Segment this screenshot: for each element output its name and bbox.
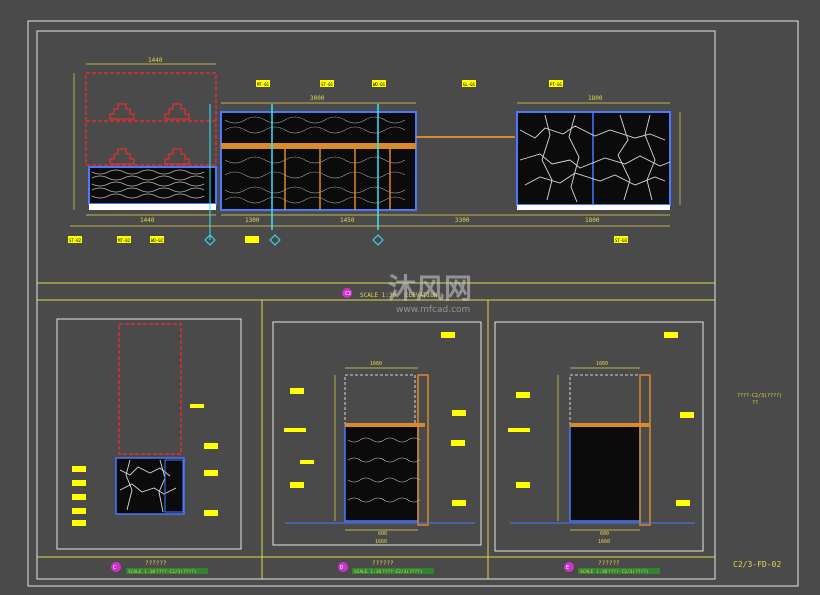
- bottom-middle-scale: SCALE 1:10: [354, 569, 381, 575]
- bottom-right-ref: ????-C2/3(????): [608, 569, 649, 575]
- mid-dim-bottom-a: 600: [378, 531, 387, 537]
- bottom-left-ref: ????-C2/3(????): [156, 569, 197, 575]
- side-note-line2: ??: [752, 400, 758, 406]
- section-mark-d-text: D: [340, 565, 343, 571]
- dim-bottom-mid-a: 1300: [245, 217, 260, 224]
- tag-label-1: MT-01: [257, 82, 270, 87]
- drawing-canvas: 1440 3000 1800 1440 1300 1450 3300 1800 …: [0, 0, 820, 590]
- dim-bottom-mid-b: 1450: [340, 217, 355, 224]
- sheet-number: C2/3-FD-02: [733, 560, 781, 569]
- bottom-middle-ref: ????-C2/3(????): [382, 569, 423, 575]
- dim-center-top: 3000: [310, 95, 325, 102]
- bottom-middle-title: ??????: [372, 560, 394, 567]
- tag-label-9: ST-03: [615, 238, 628, 243]
- dim-bottom-left: 1440: [140, 217, 155, 224]
- bottom-right-scale: SCALE 1:10: [580, 569, 607, 575]
- right-dim-top: 1660: [596, 361, 608, 367]
- dim-right-width: 1800: [588, 95, 603, 102]
- mid-dim-bottom-b: 1660: [375, 539, 387, 545]
- right-dim-bottom-b: 1660: [598, 539, 610, 545]
- dim-bottom-right-a: 3300: [455, 217, 470, 224]
- bottom-left-title: ??????: [145, 560, 167, 567]
- right-dim-bottom-a: 600: [600, 531, 609, 537]
- section-mark-c-text: C: [113, 565, 116, 571]
- bottom-right-title: ??????: [598, 560, 620, 567]
- tag-label-8: WD-02: [151, 238, 164, 243]
- tag-label-7: MT-02: [118, 238, 131, 243]
- section-mark-e-text: E: [566, 565, 569, 571]
- watermark-brand: 沐风网: [388, 272, 472, 305]
- watermark-url: www.mfcad.com: [396, 305, 470, 315]
- tag-label-3: WD-01: [373, 82, 386, 87]
- tag-label-5: PT-01: [550, 82, 563, 87]
- mid-dim-top: 1660: [370, 361, 382, 367]
- watermark: 沐风网 www.mfcad.com: [388, 272, 472, 315]
- bottom-left-scale: SCALE 1:10: [128, 569, 155, 575]
- tag-label-4: GL-01: [463, 82, 476, 87]
- tag-label-2: ST-01: [321, 82, 334, 87]
- cad-drawing-sheet: 1440 3000 1800 1440 1300 1450 3300 1800 …: [0, 0, 820, 590]
- section-mark-top-text: C2: [345, 291, 351, 297]
- dim-bottom-right-b: 1800: [585, 217, 600, 224]
- tag-label-6: ST-02: [69, 238, 82, 243]
- base-panel: [88, 166, 217, 205]
- side-note-line1: ????-C2/3(????): [737, 393, 782, 399]
- dim-left-width: 1440: [148, 57, 163, 64]
